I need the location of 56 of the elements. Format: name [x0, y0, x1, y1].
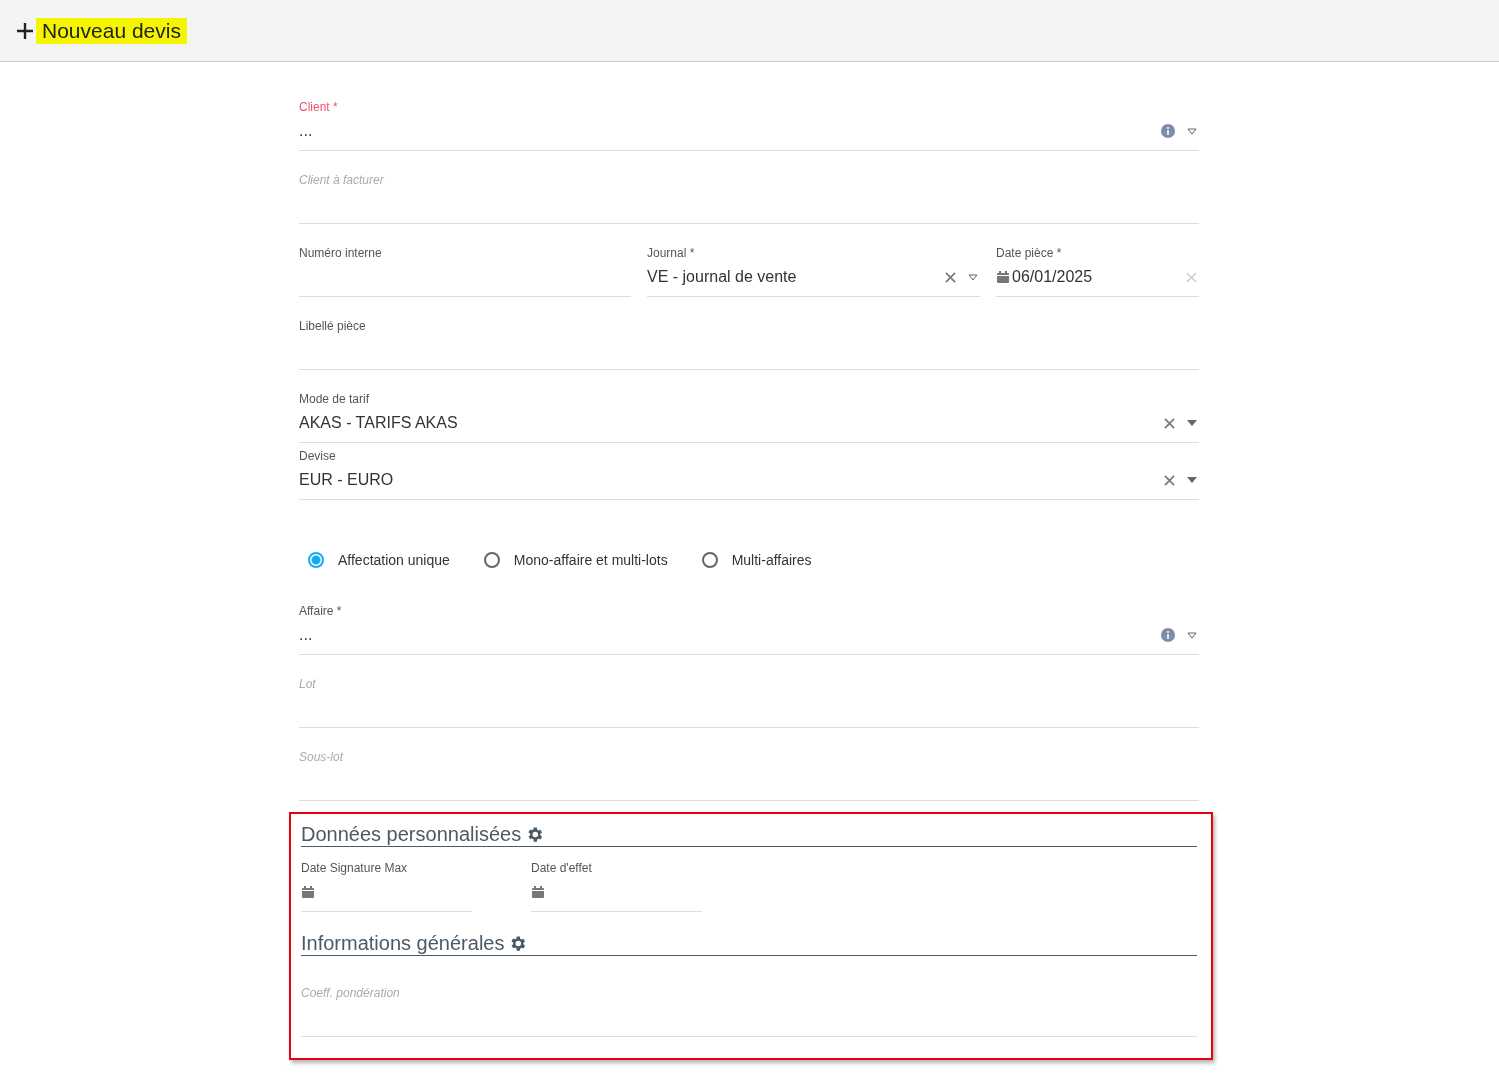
section-title: Données personnalisées	[301, 822, 522, 846]
field-value: VE - journal de vente	[647, 268, 797, 286]
form-field[interactable]: Client * ...	[299, 99, 1199, 151]
radio-button[interactable]	[701, 552, 718, 568]
field-label: Journal *	[647, 245, 696, 261]
radio-option[interactable]: Multi-affaires	[701, 552, 812, 568]
field-label: Date Signature Max	[301, 860, 409, 876]
field-value: AKAS - TARIFS AKAS	[299, 414, 458, 432]
field-value: ...	[299, 122, 313, 140]
calendar-icon[interactable]	[996, 270, 1010, 284]
clear-icon[interactable]	[945, 271, 956, 283]
radio-label[interactable]: Mono-affaire et multi-lots	[513, 552, 668, 568]
form-field[interactable]: Date pièce * 06/01/2025	[996, 245, 1199, 297]
field-label: Sous-lot	[299, 749, 345, 765]
field-value: EUR - EURO	[299, 471, 394, 489]
dropdown-caret-icon[interactable]	[1187, 127, 1197, 135]
field-label: Client *	[299, 99, 339, 115]
info-icon[interactable]	[1161, 628, 1175, 642]
dropdown-caret-icon[interactable]	[968, 273, 978, 281]
field-value: 06/01/2025	[1012, 268, 1093, 286]
calendar-icon[interactable]	[301, 885, 315, 899]
plus-icon	[16, 21, 34, 40]
page-title: Nouveau devis	[36, 17, 187, 44]
form-field[interactable]: Affaire * ...	[299, 603, 1199, 655]
form-field[interactable]: Mode de tarif AKAS - TARIFS AKAS	[299, 391, 1199, 443]
field-label: Date d'effet	[531, 860, 593, 876]
dropdown-caret-icon[interactable]	[1187, 477, 1197, 483]
radio-button[interactable]	[483, 552, 500, 568]
radio-label[interactable]: Multi-affaires	[731, 552, 812, 568]
radio-option[interactable]: Affectation unique	[308, 552, 450, 568]
field-label: Date pièce *	[996, 245, 1063, 261]
dropdown-caret-icon[interactable]	[1187, 420, 1197, 426]
field-label: Lot	[299, 676, 317, 692]
info-icon[interactable]	[1161, 124, 1175, 138]
field-label: Numéro interne	[299, 245, 383, 261]
field-label: Coeff. pondération	[301, 985, 401, 1001]
field-label: Libellé pièce	[299, 318, 367, 334]
form-field[interactable]: Date d'effet	[531, 860, 702, 912]
clear-icon[interactable]	[1164, 417, 1175, 429]
field-label: Affaire *	[299, 603, 343, 619]
radio-button[interactable]	[308, 552, 324, 568]
field-label: Client à facturer	[299, 172, 385, 188]
form-field[interactable]: Journal * VE - journal de vente	[647, 245, 980, 297]
field-value: ...	[299, 626, 313, 644]
radio-option[interactable]: Mono-affaire et multi-lots	[483, 552, 668, 568]
dropdown-caret-icon[interactable]	[1187, 631, 1197, 639]
clear-icon[interactable]	[1164, 474, 1175, 486]
radio-label[interactable]: Affectation unique	[338, 552, 450, 568]
form-field[interactable]: Libellé pièce	[299, 318, 1199, 370]
section-title: Informations générales	[301, 931, 505, 955]
form-field[interactable]: Devise EUR - EURO	[299, 448, 1199, 500]
form-field[interactable]: Numéro interne	[299, 245, 631, 297]
field-label: Devise	[299, 448, 337, 464]
calendar-icon[interactable]	[531, 885, 545, 899]
form-field[interactable]: Date Signature Max	[301, 860, 472, 912]
field-label: Mode de tarif	[299, 391, 371, 407]
